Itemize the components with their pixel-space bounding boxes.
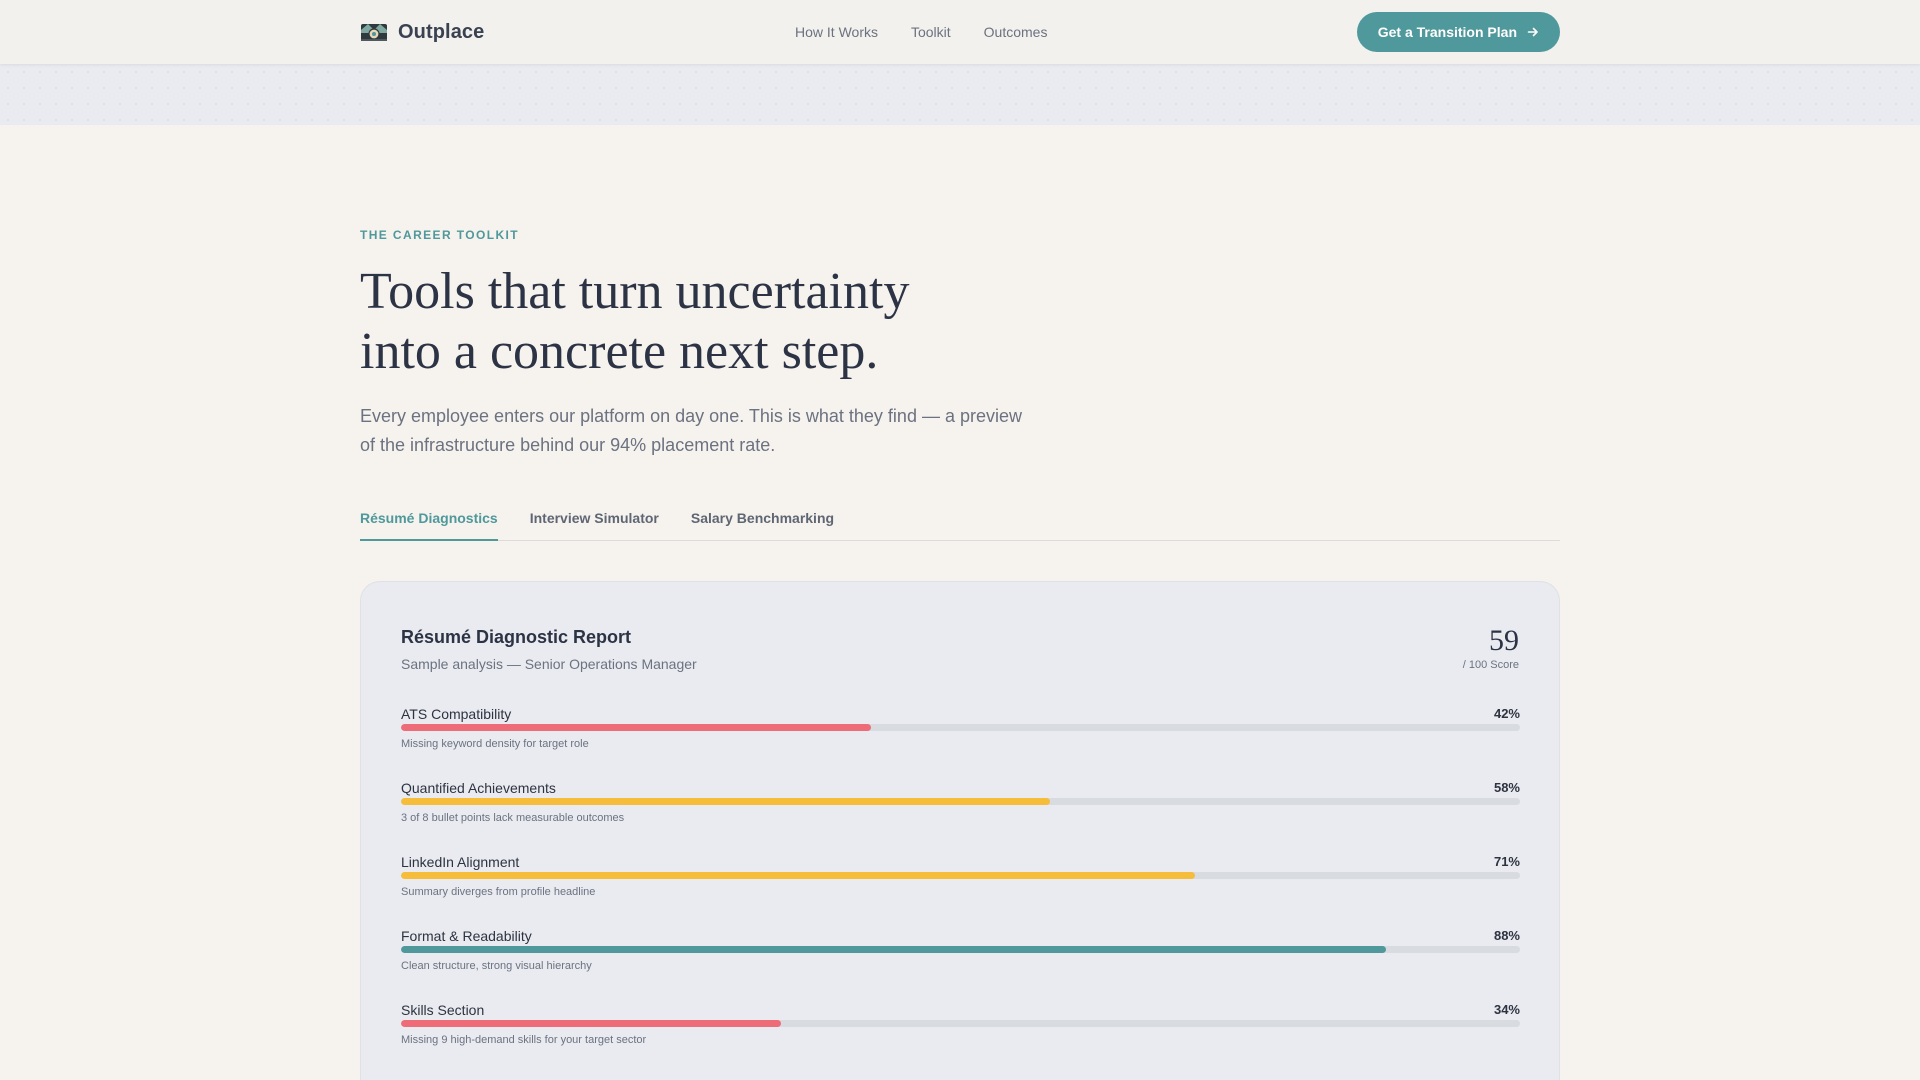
brand-link[interactable]: Outplace — [360, 21, 484, 44]
progress-fill — [401, 724, 871, 731]
metric-label: LinkedIn Alignment — [401, 854, 520, 870]
hero-lede: Every employee enters our platform on da… — [360, 402, 1060, 460]
brand-name: Outplace — [398, 20, 485, 43]
score-caption: / 100 Score — [1462, 659, 1519, 671]
nav-link-outcomes[interactable]: Outcomes — [984, 24, 1048, 40]
progress-fill — [401, 798, 1051, 805]
metric-label: Quantified Achievements — [401, 780, 556, 796]
metric-note: Summary diverges from profile headline — [401, 886, 596, 898]
metric-label: Format & Readability — [401, 928, 532, 944]
toolkit-tabs: Résumé Diagnostics Interview Simulator S… — [360, 494, 1560, 541]
metrics-list: ATS Compatibility 42% Missing keyword de… — [401, 706, 1520, 1076]
lede-line-2: of the infrastructure behind our 94% pla… — [360, 435, 776, 455]
dotted-band — [0, 64, 1920, 125]
section-eyebrow: THE CAREER TOOLKIT — [360, 228, 519, 242]
progress-fill — [401, 946, 1386, 953]
main-nav: How It Works Toolkit Outcomes — [795, 0, 1047, 64]
tab-resume-diagnostics[interactable]: Résumé Diagnostics — [360, 494, 498, 541]
metric-percent: 58% — [1493, 780, 1520, 795]
tab-interview-simulator[interactable]: Interview Simulator — [530, 494, 659, 541]
nav-link-how-it-works[interactable]: How It Works — [795, 24, 878, 40]
metric-row: LinkedIn Alignment 71% Summary diverges … — [401, 854, 1520, 928]
headline-line-2: into a concrete next step. — [360, 323, 879, 380]
progress-track — [401, 1020, 1520, 1027]
report-title: Résumé Diagnostic Report — [401, 627, 632, 647]
metric-row: Format & Readability 88% Clean structure… — [401, 928, 1520, 1002]
get-transition-plan-button[interactable]: Get a Transition Plan — [1356, 12, 1560, 52]
metric-percent: 42% — [1493, 706, 1520, 721]
lede-line-1: Every employee enters our platform on da… — [360, 406, 1022, 426]
logo-icon — [361, 24, 387, 41]
page-headline: Tools that turn uncertainty into a concr… — [360, 262, 1060, 382]
progress-track — [401, 872, 1520, 879]
metric-note: 3 of 8 bullet points lack measurable out… — [401, 812, 625, 824]
metric-percent: 71% — [1493, 854, 1520, 869]
metric-note: Clean structure, strong visual hierarchy — [401, 960, 592, 972]
progress-fill — [401, 872, 1196, 879]
arrow-right-icon — [1527, 27, 1538, 37]
metric-percent: 88% — [1493, 928, 1520, 943]
report-subtitle: Sample analysis — Senior Operations Mana… — [401, 656, 697, 672]
metric-row: Quantified Achievements 58% 3 of 8 bulle… — [401, 780, 1520, 854]
tab-salary-benchmarking[interactable]: Salary Benchmarking — [691, 494, 834, 541]
metric-label: ATS Compatibility — [401, 706, 512, 722]
header-inner: Outplace How It Works Toolkit Outcomes G… — [360, 0, 1560, 64]
nav-link-toolkit[interactable]: Toolkit — [911, 24, 951, 40]
cta-label: Get a Transition Plan — [1377, 24, 1517, 40]
progress-track — [401, 946, 1520, 953]
progress-fill — [401, 1020, 782, 1027]
metric-row: Skills Section 34% Missing 9 high-demand… — [401, 1002, 1520, 1076]
progress-track — [401, 724, 1520, 731]
overall-score: 59 / 100 Score — [1463, 624, 1519, 671]
headline-line-1: Tools that turn uncertainty — [360, 263, 910, 320]
metric-note: Missing 9 high-demand skills for your ta… — [401, 1034, 647, 1046]
metric-row: ATS Compatibility 42% Missing keyword de… — [401, 706, 1520, 780]
metric-note: Missing keyword density for target role — [401, 738, 589, 750]
metric-label: Skills Section — [401, 1002, 485, 1018]
progress-track — [401, 798, 1520, 805]
site-header: Outplace How It Works Toolkit Outcomes G… — [0, 0, 1920, 64]
metric-percent: 34% — [1493, 1002, 1520, 1017]
score-value: 59 — [1489, 624, 1519, 657]
resume-report-card: Résumé Diagnostic Report Sample analysis… — [360, 581, 1560, 1080]
